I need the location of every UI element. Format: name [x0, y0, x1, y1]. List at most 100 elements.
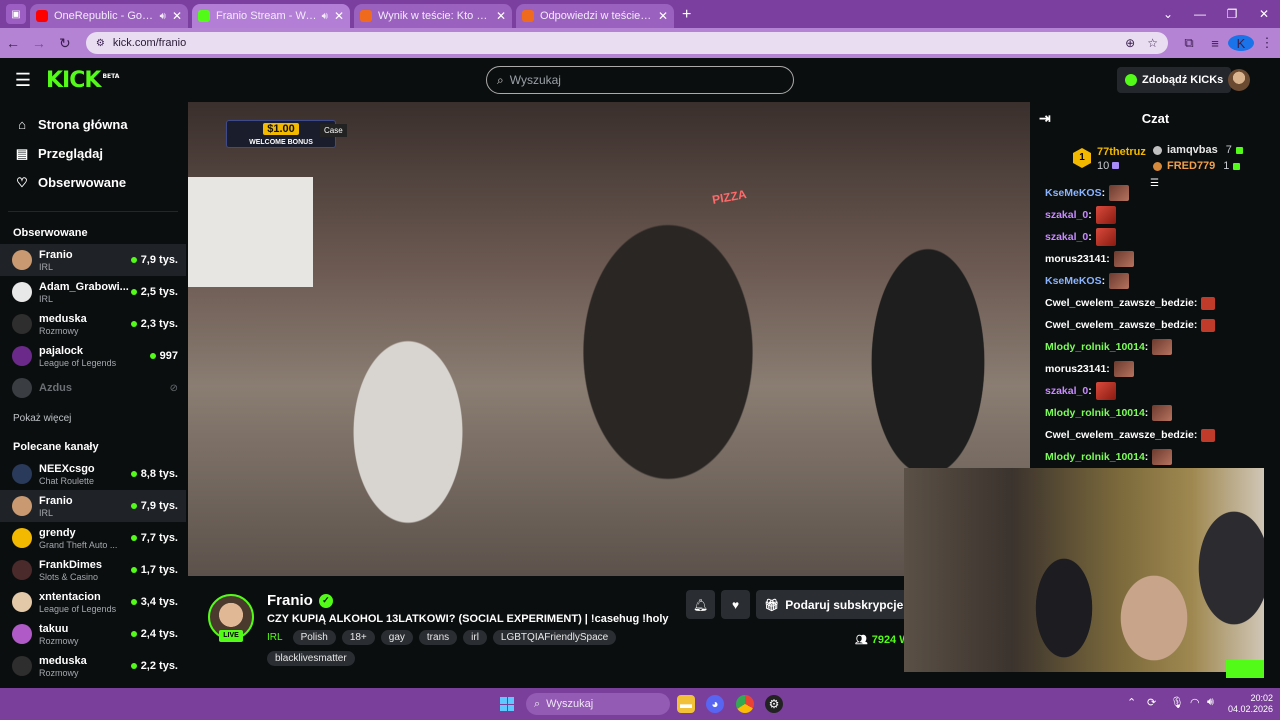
- hamburger-menu-icon[interactable]: ☰: [0, 70, 46, 91]
- steam-icon[interactable]: ⚙: [765, 695, 783, 713]
- tag[interactable]: blacklivesmatter: [267, 651, 355, 666]
- chat-username[interactable]: KseMeKOS: [1045, 275, 1102, 287]
- windows-start-icon[interactable]: [500, 697, 514, 711]
- chat-username[interactable]: morus23141: [1045, 253, 1106, 265]
- chat-username[interactable]: KseMeKOS: [1045, 187, 1102, 199]
- chat-username[interactable]: Cwel_cwelem_zawsze_bedzie: [1045, 429, 1194, 441]
- close-tab-icon[interactable]: ✕: [658, 9, 668, 23]
- channel-row[interactable]: meduska Rozmowy 2,2 tys.: [0, 650, 186, 682]
- emote-icon: [1201, 296, 1216, 310]
- tag[interactable]: irl: [463, 630, 487, 645]
- viewer-count-text: 8,8 tys.: [140, 468, 178, 480]
- top-gifter-count: 10: [1097, 160, 1120, 172]
- bonus-amount: $1.00: [263, 123, 299, 135]
- sync-icon[interactable]: ⟳: [1147, 696, 1156, 709]
- chat-username[interactable]: szakal_0: [1045, 231, 1088, 243]
- chat-username[interactable]: Cwel_cwelem_zawsze_bedzie: [1045, 297, 1194, 309]
- chat-username[interactable]: morus23141: [1045, 363, 1106, 375]
- close-window-button[interactable]: ✕: [1248, 0, 1280, 28]
- speaker-icon[interactable]: 🔊︎: [322, 11, 328, 22]
- gifter-row[interactable]: FRED779 1: [1153, 160, 1241, 172]
- extensions-icon[interactable]: ⧉: [1176, 35, 1202, 51]
- channel-row[interactable]: Franio IRL 7,9 tys.: [0, 490, 186, 522]
- close-tab-icon[interactable]: ✕: [334, 9, 344, 23]
- media-controls-icon[interactable]: ≡: [1202, 36, 1228, 51]
- bookmark-star-icon[interactable]: ☆: [1147, 36, 1158, 50]
- profile-avatar[interactable]: K: [1228, 35, 1254, 51]
- channel-row[interactable]: xntentacion League of Legends 3,4 tys.: [0, 586, 186, 618]
- category-link[interactable]: IRL: [267, 630, 283, 645]
- speaker-icon[interactable]: 🔊︎: [160, 11, 166, 22]
- chat-username[interactable]: szakal_0: [1045, 209, 1088, 221]
- zoom-icon[interactable]: ⊕: [1125, 36, 1135, 50]
- follow-button[interactable]: ♥: [721, 590, 750, 619]
- channel-row[interactable]: takuu Rozmowy 2,4 tys.: [0, 618, 186, 650]
- channel-row[interactable]: NEEXcsgo Chat Roulette 8,8 tys.: [0, 458, 186, 490]
- tag[interactable]: Polish: [292, 630, 336, 645]
- file-explorer-icon[interactable]: ▬: [677, 695, 695, 713]
- chat-username[interactable]: Mlody_rolnik_10014: [1045, 407, 1145, 419]
- chrome-icon[interactable]: [736, 695, 754, 713]
- site-info-icon[interactable]: ⚙: [96, 38, 105, 49]
- tray-overflow-icon[interactable]: ⌃: [1127, 696, 1136, 709]
- notification-bell-button[interactable]: 🔔︎: [686, 590, 715, 619]
- close-tab-icon[interactable]: ✕: [172, 9, 182, 23]
- streamer-name-text: Franio: [267, 592, 313, 609]
- browser-tab[interactable]: Wynik w teście: Kto pierwszy... ✕: [354, 4, 512, 28]
- chevron-down-icon[interactable]: ⌄: [1152, 0, 1184, 28]
- minimize-button[interactable]: —: [1184, 0, 1216, 28]
- channel-row[interactable]: grendy Grand Theft Auto ... 7,7 tys.: [0, 522, 186, 554]
- get-kicks-button[interactable]: Zdobądź KICKs: [1117, 67, 1232, 93]
- menu-icon[interactable]: ⋮: [1254, 35, 1280, 51]
- nav-home[interactable]: ⌂ Strona główna: [0, 110, 186, 139]
- forward-button[interactable]: →: [26, 35, 52, 51]
- channel-row-offline[interactable]: Azdus ⊘: [0, 372, 186, 404]
- nav-following[interactable]: ♡ Obserwowane: [0, 168, 186, 197]
- browser-tab[interactable]: Franio Stream - Watch Live on Kick 🔊︎ ✕: [192, 4, 350, 28]
- restore-button[interactable]: ❐: [1216, 0, 1248, 28]
- discord-icon[interactable]: ◕: [706, 695, 724, 713]
- microphone-icon[interactable]: 🎙︎: [1170, 696, 1184, 709]
- user-avatar[interactable]: [1228, 69, 1250, 91]
- chat-username[interactable]: Cwel_cwelem_zawsze_bedzie: [1045, 319, 1194, 331]
- chat-username[interactable]: szakal_0: [1045, 385, 1088, 397]
- tab-actions-icon[interactable]: ▣: [6, 4, 26, 24]
- taskbar-search[interactable]: ⌕ Wyszukaj: [526, 693, 670, 715]
- chat-username[interactable]: Mlody_rolnik_10014: [1045, 451, 1145, 463]
- chat-username[interactable]: Mlody_rolnik_10014: [1045, 341, 1145, 353]
- kick-logo[interactable]: KICK BETA: [46, 68, 119, 93]
- gifter-name: iamqvbas: [1167, 144, 1218, 156]
- channel-row[interactable]: FrankDimes Slots & Casino 1,7 tys.: [0, 554, 186, 586]
- gifter-row[interactable]: iamqvbas 7: [1153, 144, 1243, 156]
- show-more-link[interactable]: Pokaż więcej: [0, 408, 186, 430]
- new-tab-button[interactable]: +: [682, 6, 691, 24]
- stream-title: CZY KUPIĄ ALKOHOL 13LATKOWI? (SOCIAL EXP…: [267, 613, 669, 625]
- channel-row[interactable]: Franio IRL 7,9 tys.: [0, 244, 186, 276]
- browser-tab[interactable]: OneRepublic - Good Life (Official... 🔊︎ ✕: [30, 4, 188, 28]
- taskbar-clock[interactable]: 20:02 04.02.2026: [1228, 693, 1273, 715]
- channel-row[interactable]: meduska Rozmowy 2,3 tys.: [0, 308, 186, 340]
- tag[interactable]: trans: [418, 630, 458, 645]
- wifi-icon[interactable]: ◠: [1190, 696, 1200, 709]
- streamer-name[interactable]: Franio ✓: [267, 592, 333, 609]
- search-input[interactable]: ⌕ Wyszukaj: [486, 66, 794, 94]
- sub-gift-icon: [1233, 162, 1241, 170]
- tag[interactable]: 18+: [341, 630, 375, 645]
- top-gifter-name[interactable]: 77thetruz: [1097, 146, 1146, 158]
- chat-send-area[interactable]: [1226, 660, 1264, 678]
- browser-tab[interactable]: Odpowiedzi w teście: Kto pierw... ✕: [516, 4, 674, 28]
- reload-button[interactable]: ↻: [52, 35, 78, 52]
- gift-subscription-button[interactable]: 🎁︎ Podaruj subskrypcje: [756, 590, 912, 619]
- channel-row[interactable]: Adam_Grabowi... IRL 2,5 tys.: [0, 276, 186, 308]
- collapse-chat-icon[interactable]: ⇥: [1039, 110, 1051, 127]
- expand-leaderboard-icon[interactable]: ☰: [1150, 178, 1159, 189]
- tag[interactable]: gay: [380, 630, 413, 645]
- tag[interactable]: LGBTQIAFriendlySpace: [492, 630, 617, 645]
- close-tab-icon[interactable]: ✕: [496, 9, 506, 23]
- address-bar[interactable]: ⚙ kick.com/franio ⊕ ☆: [85, 32, 1168, 54]
- volume-icon[interactable]: 🔊︎: [1207, 696, 1214, 709]
- nav-browse[interactable]: ▤ Przeglądaj: [0, 139, 186, 168]
- bronze-badge-icon: [1153, 161, 1162, 171]
- back-button[interactable]: ←: [0, 35, 26, 51]
- channel-row[interactable]: pajalock League of Legends 997: [0, 340, 186, 372]
